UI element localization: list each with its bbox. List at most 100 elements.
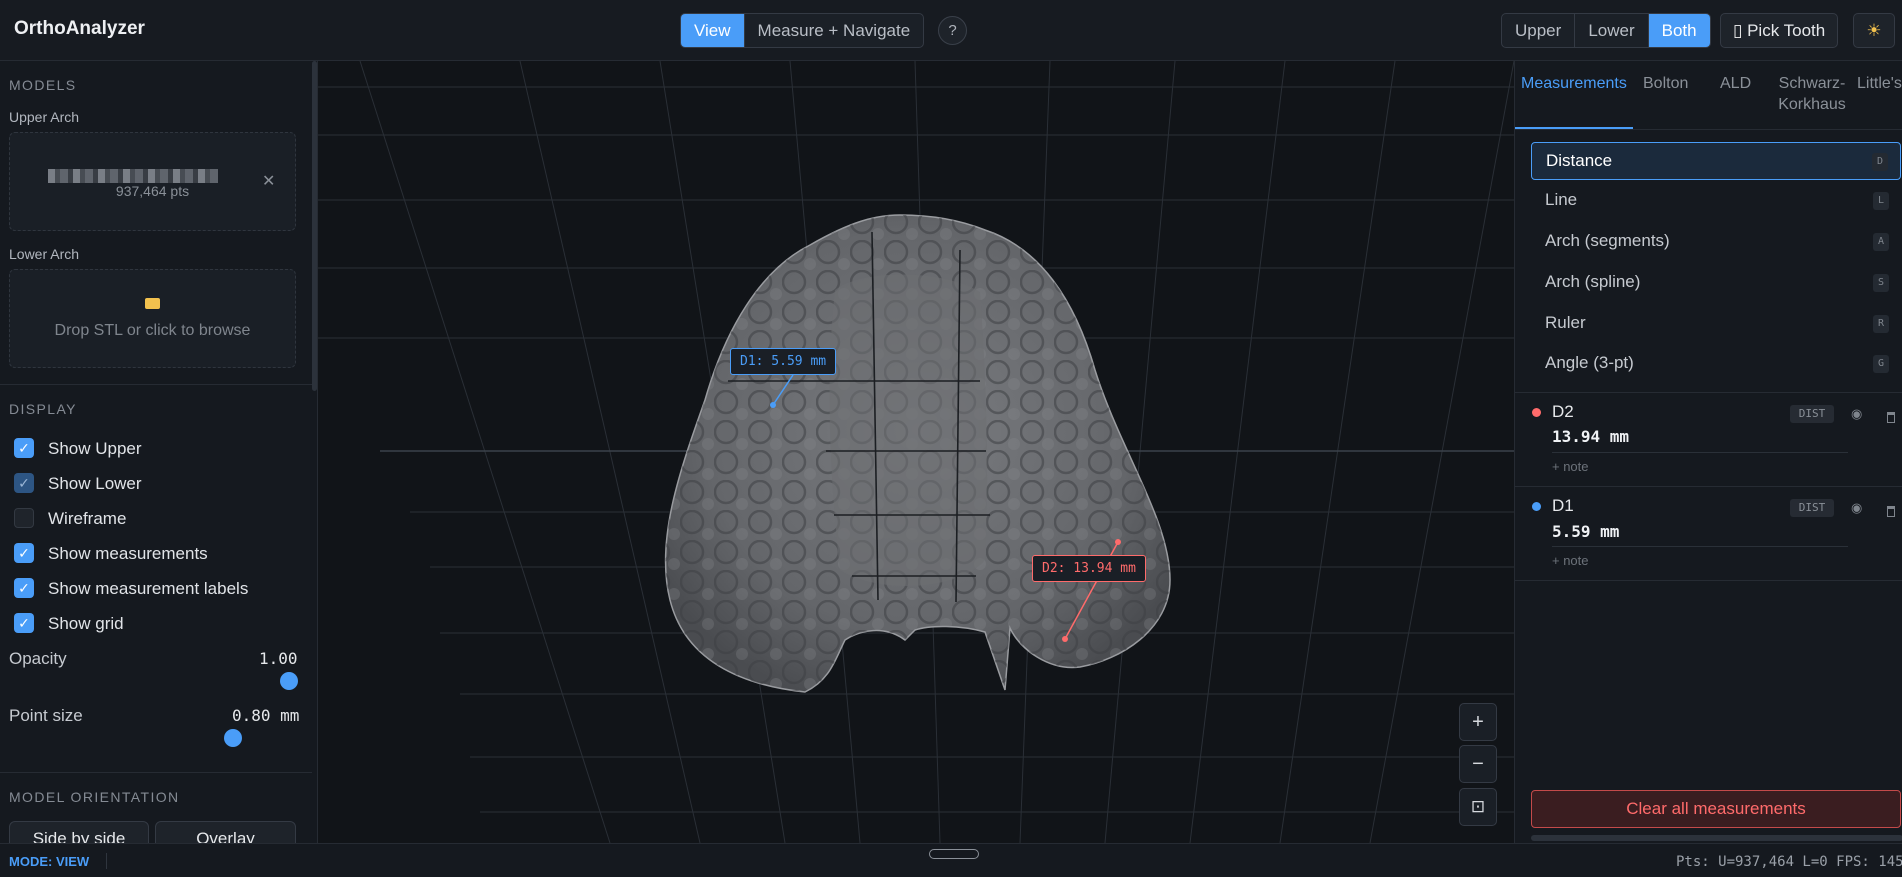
show-lower-checkbox[interactable]: ✓ [14,473,34,493]
analysis-tabs: Measurements Bolton ALD Schwarz-Korkhaus… [1515,61,1902,130]
point-size-slider[interactable] [224,729,242,747]
arch-lower-button[interactable]: Lower [1575,14,1649,47]
point-size-label: Point size [9,706,83,725]
zoom-out-button[interactable]: − [1459,745,1497,783]
tool-angle[interactable]: Angle (3-pt) G [1531,345,1901,383]
orientation-section-title: MODEL ORIENTATION [9,789,180,805]
pick-tooth-label: Pick Tooth [1747,21,1826,40]
tab-littles[interactable]: Little's [1857,73,1902,94]
drop-stl-text: Drop STL or click to browse [54,322,251,339]
note-divider [1552,452,1848,453]
fit-view-button[interactable]: ⊡ [1459,788,1497,826]
measurement-value: 13.94 mm [1552,427,1630,446]
tool-label: Ruler [1545,313,1586,332]
shortcut-key: A [1873,233,1889,251]
tool-label: Line [1545,190,1578,209]
mode-toggle: View Measure + Navigate [680,13,925,48]
panel-divider [1515,486,1902,487]
mode-indicator: MODE: VIEW [9,854,90,869]
wireframe-label: Wireframe [48,509,127,528]
fit-view-icon: ⊡ [1470,797,1486,816]
point-size-value: 0.80 mm [232,706,300,725]
tab-ald[interactable]: ALD [1720,73,1751,94]
show-upper-label: Show Upper [48,439,142,458]
tool-label: Arch (segments) [1545,231,1670,250]
arch-both-button[interactable]: Both [1648,14,1710,47]
opacity-value: 1.00 [259,649,298,668]
trash-icon[interactable] [1887,506,1895,517]
upper-arch-label: Upper Arch [9,109,80,125]
add-note-link[interactable]: + note [1552,459,1589,474]
side-by-side-button[interactable]: Side by side [9,821,149,843]
lower-arch-label: Lower Arch [9,246,80,262]
panel-divider [1515,392,1902,393]
trash-icon[interactable] [1887,412,1895,423]
upper-arch-points: 937,464 pts [115,183,190,199]
shortcut-key: G [1873,355,1889,373]
tab-schwarz-korkhaus[interactable]: Schwarz-Korkhaus [1772,73,1852,115]
shortcut-key: D [1872,153,1888,171]
tool-arch-segments[interactable]: Arch (segments) A [1531,223,1901,261]
show-measurements-label: Show measurements [48,544,208,563]
wireframe-checkbox[interactable] [14,508,34,528]
tool-distance[interactable]: Distance D [1531,142,1901,180]
lower-arch-dropzone[interactable] [9,269,296,368]
show-upper-checkbox[interactable]: ✓ [14,438,34,458]
panel-resize-handle[interactable] [929,849,979,859]
pick-tooth-button[interactable]: ▯ Pick Tooth [1720,13,1839,48]
measurement-value: 5.59 mm [1552,522,1620,541]
tool-label: Arch (spline) [1545,272,1641,291]
panel-scrollbar[interactable] [1531,835,1902,841]
zoom-in-button[interactable]: + [1459,703,1497,741]
header: OrthoAnalyzer View Measure + Navigate ? … [0,0,1902,61]
tool-label: Angle (3-pt) [1545,353,1634,372]
upper-arch-filename [48,169,218,183]
overlay-button[interactable]: Overlay [155,821,296,843]
tool-line[interactable]: Line L [1531,182,1901,220]
tool-arch-spline[interactable]: Arch (spline) S [1531,264,1901,302]
render-stats: Pts: U=937,464 L=0 FPS: 145 [1676,854,1902,870]
show-grid-label: Show grid [48,614,124,633]
opacity-slider[interactable] [280,672,298,690]
note-divider [1552,546,1848,547]
app-title: OrthoAnalyzer [14,18,145,39]
show-measurement-labels-label: Show measurement labels [48,579,249,598]
tool-label: Distance [1546,151,1613,170]
tooth-icon: ▯ [1733,21,1743,40]
show-lower-label: Show Lower [48,474,142,493]
tab-bolton[interactable]: Bolton [1643,73,1688,94]
remove-upper-arch-button[interactable]: ✕ [262,171,275,191]
tab-measurements[interactable]: Measurements [1521,73,1627,94]
eye-icon[interactable]: ◉ [1851,406,1862,422]
add-note-link[interactable]: + note [1552,553,1589,568]
mode-measure-button[interactable]: Measure + Navigate [745,14,924,47]
dental-arch-model [664,214,1171,693]
3d-viewport[interactable]: D1: 5.59 mm D2: 13.94 mm + − ⊡ [318,61,1514,843]
measurement-color-dot [1532,502,1541,511]
sidebar-divider [0,772,312,773]
measurement-name: D1 [1552,496,1574,515]
scene-canvas[interactable] [318,61,1514,843]
app-root: OrthoAnalyzer View Measure + Navigate ? … [0,0,1902,877]
theme-toggle-button[interactable]: ☀ [1853,13,1895,48]
status-bar: MODE: VIEW Pts: U=937,464 L=0 FPS: 145 [0,843,1902,877]
show-measurement-labels-checkbox[interactable]: ✓ [14,578,34,598]
measurement-label-d2[interactable]: D2: 13.94 mm [1032,555,1146,582]
tool-ruler[interactable]: Ruler R [1531,305,1901,343]
show-measurements-checkbox[interactable]: ✓ [14,543,34,563]
measurement-type-badge: DIST [1790,499,1834,517]
arch-upper-button[interactable]: Upper [1502,14,1576,47]
eye-icon[interactable]: ◉ [1851,500,1862,516]
models-section-title: MODELS [9,77,77,93]
measurement-name: D2 [1552,402,1574,421]
mode-view-button[interactable]: View [681,14,745,47]
measurement-label-d1[interactable]: D1: 5.59 mm [730,348,837,375]
panel-divider [1515,580,1902,581]
right-panel: Measurements Bolton ALD Schwarz-Korkhaus… [1514,61,1902,843]
active-tab-indicator [1515,127,1633,129]
folder-icon [145,298,160,309]
help-button[interactable]: ? [938,16,967,45]
show-grid-checkbox[interactable]: ✓ [14,613,34,633]
clear-all-measurements-button[interactable]: Clear all measurements [1531,790,1901,828]
sidebar-scrollbar[interactable] [312,61,317,391]
